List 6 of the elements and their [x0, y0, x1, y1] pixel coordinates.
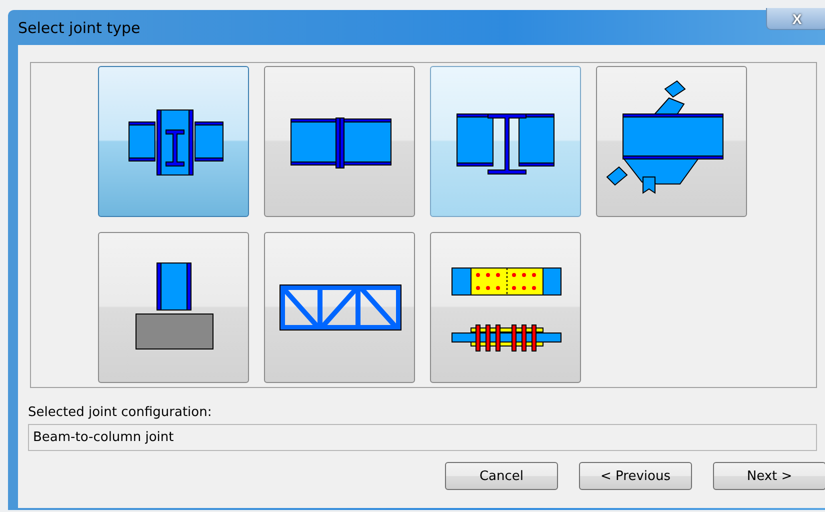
configuration-field[interactable]: Beam-to-column joint [28, 424, 817, 451]
window-title: Select joint type [18, 18, 140, 36]
field-label: Selected joint configuration: [28, 405, 213, 422]
dialog-button[interactable]: Next > [713, 462, 825, 490]
dialog-button[interactable]: < Previous [579, 462, 692, 490]
dialog-button[interactable]: Cancel [445, 462, 558, 490]
